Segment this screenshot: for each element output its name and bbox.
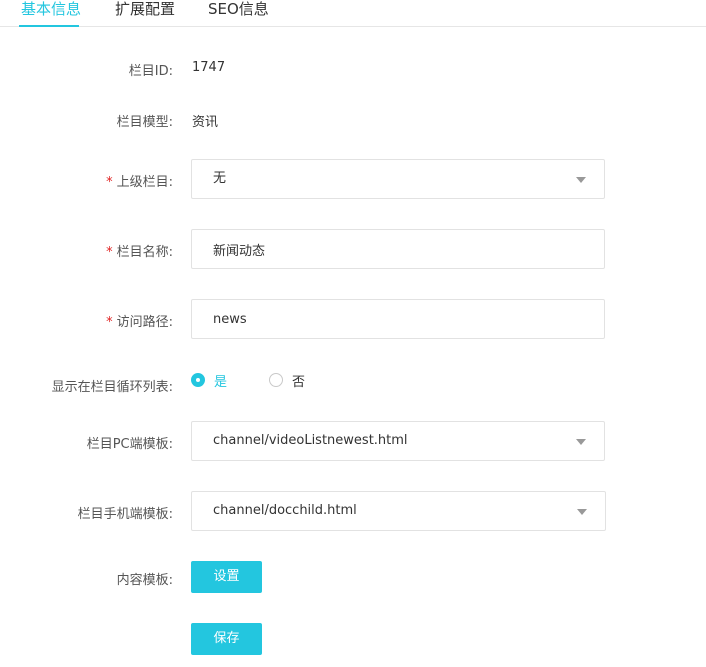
radio-no-label: 否 xyxy=(292,374,306,390)
access-path-row: * 访问路径: xyxy=(0,299,706,339)
required-marker: * xyxy=(106,245,113,260)
parent-column-selected-value: 无 xyxy=(213,171,227,186)
column-model-value: 资讯 xyxy=(192,115,219,130)
pc-template-row: 栏目PC端模板: channel/videoListnewest.html xyxy=(0,421,706,461)
parent-column-select[interactable]: 无 xyxy=(191,159,605,199)
mobile-template-select[interactable]: channel/docchild.html xyxy=(191,491,606,531)
chevron-down-icon xyxy=(576,439,586,445)
required-marker: * xyxy=(106,175,113,190)
radio-unchecked-icon xyxy=(269,373,283,387)
show-in-list-radio-yes[interactable]: 是 xyxy=(191,370,227,390)
show-in-list-row: 显示在栏目循环列表: 是 否 xyxy=(0,370,706,395)
tab-bar: 基本信息 扩展配置 SEO信息 xyxy=(0,0,706,27)
column-name-input[interactable] xyxy=(192,230,604,268)
mobile-template-row: 栏目手机端模板: channel/docchild.html xyxy=(0,491,706,531)
column-model-row: 栏目模型: 资讯 xyxy=(0,109,706,130)
column-model-label: 栏目模型: xyxy=(116,115,173,130)
radio-yes-label: 是 xyxy=(214,374,228,390)
column-name-field[interactable] xyxy=(191,229,605,269)
column-name-row: * 栏目名称: xyxy=(0,229,706,269)
required-marker: * xyxy=(106,315,113,330)
active-tab-indicator xyxy=(19,25,79,27)
column-name-label: * 栏目名称: xyxy=(106,245,173,260)
content-template-row: 内容模板: 设置 xyxy=(0,561,706,593)
pc-template-label: 栏目PC端模板: xyxy=(86,437,173,452)
radio-checked-icon xyxy=(191,373,205,387)
content-template-label: 内容模板: xyxy=(116,573,173,588)
pc-template-selected-value: channel/videoListnewest.html xyxy=(213,433,408,448)
save-button[interactable]: 保存 xyxy=(191,623,262,655)
access-path-field[interactable] xyxy=(191,299,605,339)
chevron-down-icon xyxy=(577,509,587,515)
access-path-input[interactable] xyxy=(192,300,604,338)
tab-basic-info[interactable]: 基本信息 xyxy=(21,0,81,26)
mobile-template-selected-value: channel/docchild.html xyxy=(213,503,357,518)
parent-column-label: * 上级栏目: xyxy=(106,175,173,190)
pc-template-select[interactable]: channel/videoListnewest.html xyxy=(191,421,605,461)
chevron-down-icon xyxy=(576,177,586,183)
column-id-value: 1747 xyxy=(192,60,226,75)
tab-extended-config[interactable]: 扩展配置 xyxy=(115,0,175,26)
show-in-list-label: 显示在栏目循环列表: xyxy=(51,380,173,395)
access-path-label: * 访问路径: xyxy=(106,315,173,330)
column-id-row: 栏目ID: 1747 xyxy=(0,58,706,79)
mobile-template-label: 栏目手机端模板: xyxy=(77,507,173,522)
show-in-list-radio-no[interactable]: 否 xyxy=(269,370,305,390)
column-id-label: 栏目ID: xyxy=(128,64,173,79)
tab-seo-info[interactable]: SEO信息 xyxy=(208,0,269,26)
parent-column-row: * 上级栏目: 无 xyxy=(0,159,706,199)
content-template-settings-button[interactable]: 设置 xyxy=(191,561,262,593)
